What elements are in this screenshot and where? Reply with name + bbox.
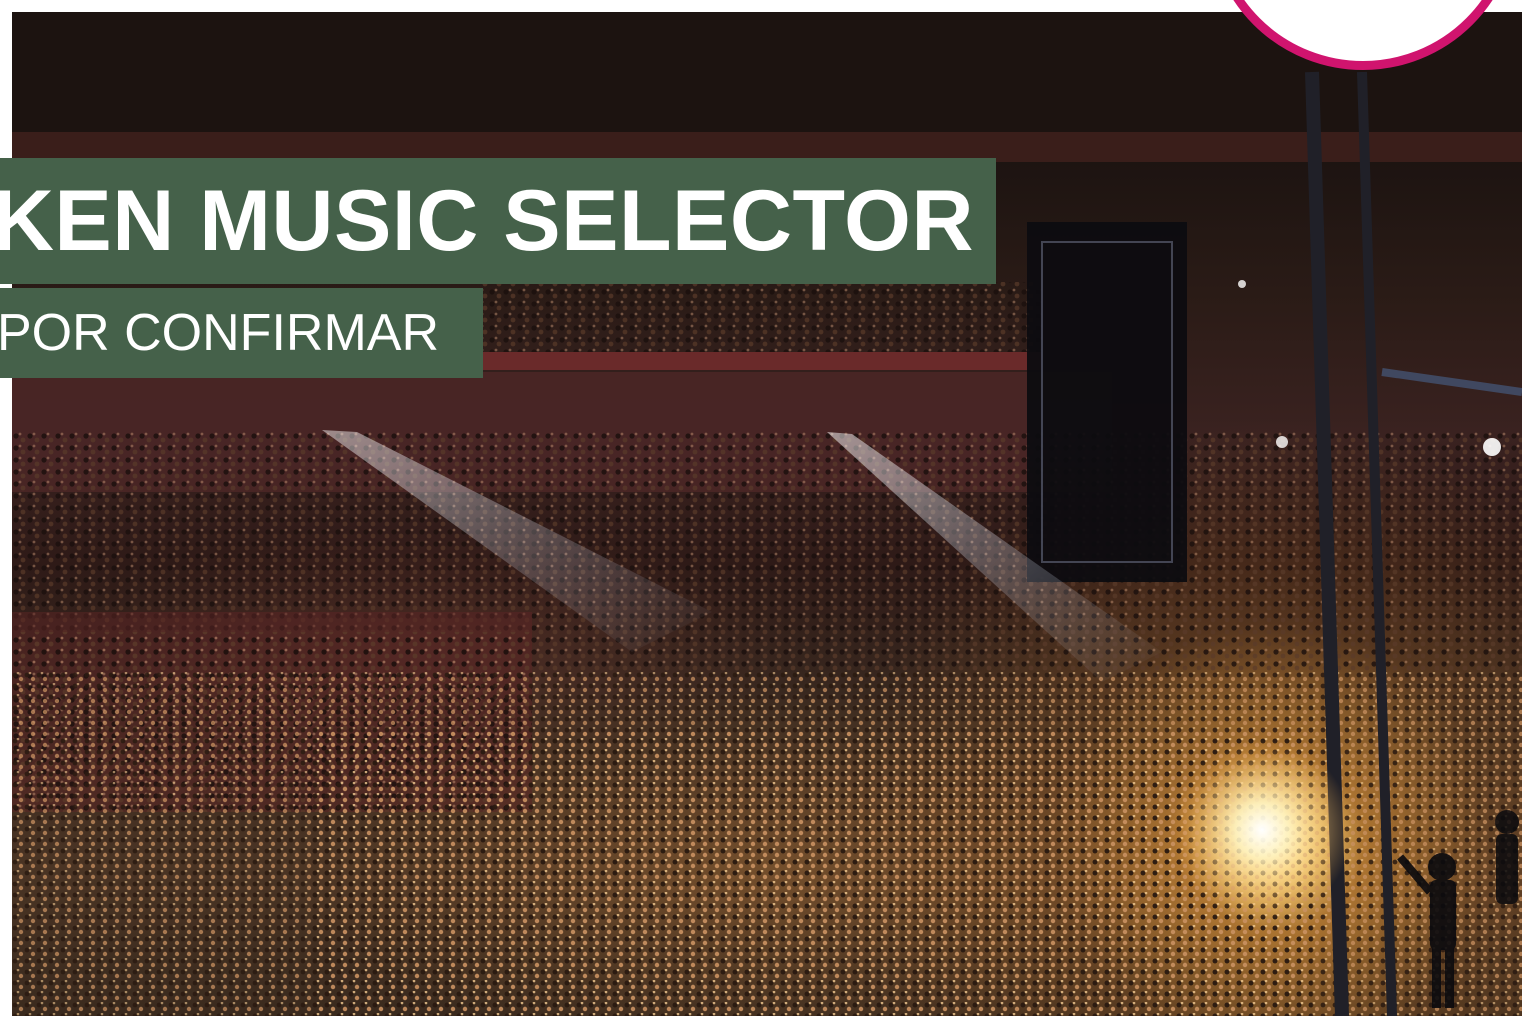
event-title: KEN MUSIC SELECTOR: [0, 172, 974, 269]
title-banner: KEN MUSIC SELECTOR: [0, 158, 996, 284]
event-poster: KEN MUSIC SELECTOR POR CONFIRMAR: [0, 0, 1522, 1016]
event-status: POR CONFIRMAR: [0, 304, 439, 362]
subtitle-banner: POR CONFIRMAR: [0, 288, 483, 378]
